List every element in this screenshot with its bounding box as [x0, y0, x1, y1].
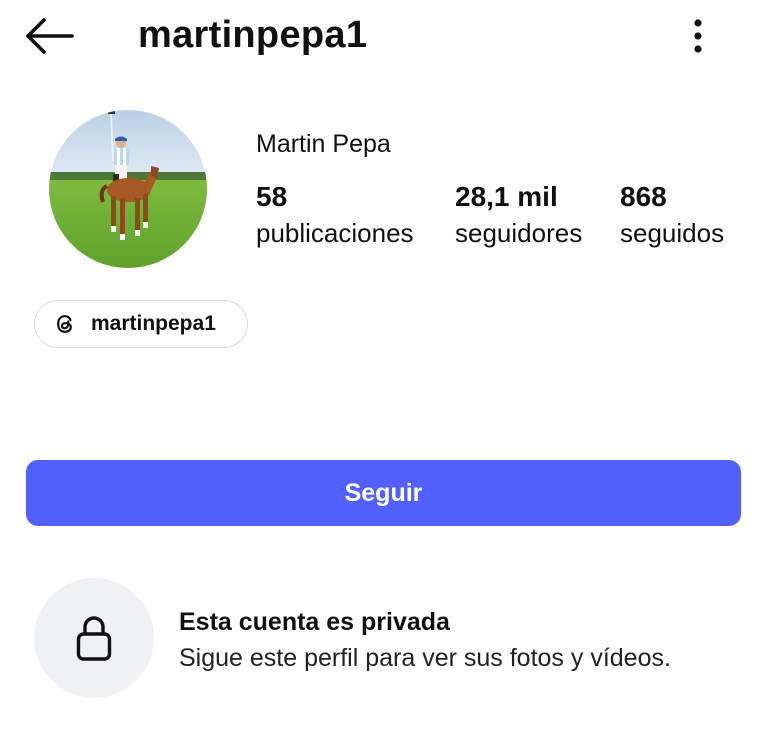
followers-count: 28,1 mil [455, 181, 558, 212]
posts-count: 58 [256, 181, 288, 212]
threads-icon [57, 315, 72, 333]
arrow-left-icon [26, 18, 74, 54]
private-account-subtitle: Sigue este perfil para ver sus fotos y v… [179, 644, 671, 672]
lock-icon [76, 616, 112, 661]
profile-page: martinpepa1 Martin Pepa 58 publicaciones… [0, 0, 767, 732]
profile-photo-polo-player [49, 110, 207, 268]
lock-badge [34, 578, 154, 698]
more-vertical-icon [694, 19, 702, 53]
profile-display-name: Martin Pepa [256, 130, 391, 158]
threads-link-chip[interactable]: martinpepa1 [34, 300, 248, 348]
follow-button[interactable]: Seguir [26, 460, 741, 526]
page-title: martinpepa1 [138, 14, 368, 56]
private-account-title: Esta cuenta es privada [179, 608, 450, 636]
avatar[interactable] [49, 110, 207, 268]
back-button[interactable] [22, 14, 78, 58]
stat-posts: 58 publicaciones [256, 180, 414, 250]
following-count: 868 [620, 181, 667, 212]
stat-followers[interactable]: 28,1 mil seguidores [455, 180, 582, 250]
followers-label: seguidores [455, 218, 583, 248]
threads-username: martinpepa1 [91, 312, 216, 335]
following-label: seguidos [620, 218, 725, 248]
more-options-button[interactable] [680, 14, 716, 58]
stat-following[interactable]: 868 seguidos [620, 180, 724, 250]
posts-label: publicaciones [256, 218, 414, 248]
